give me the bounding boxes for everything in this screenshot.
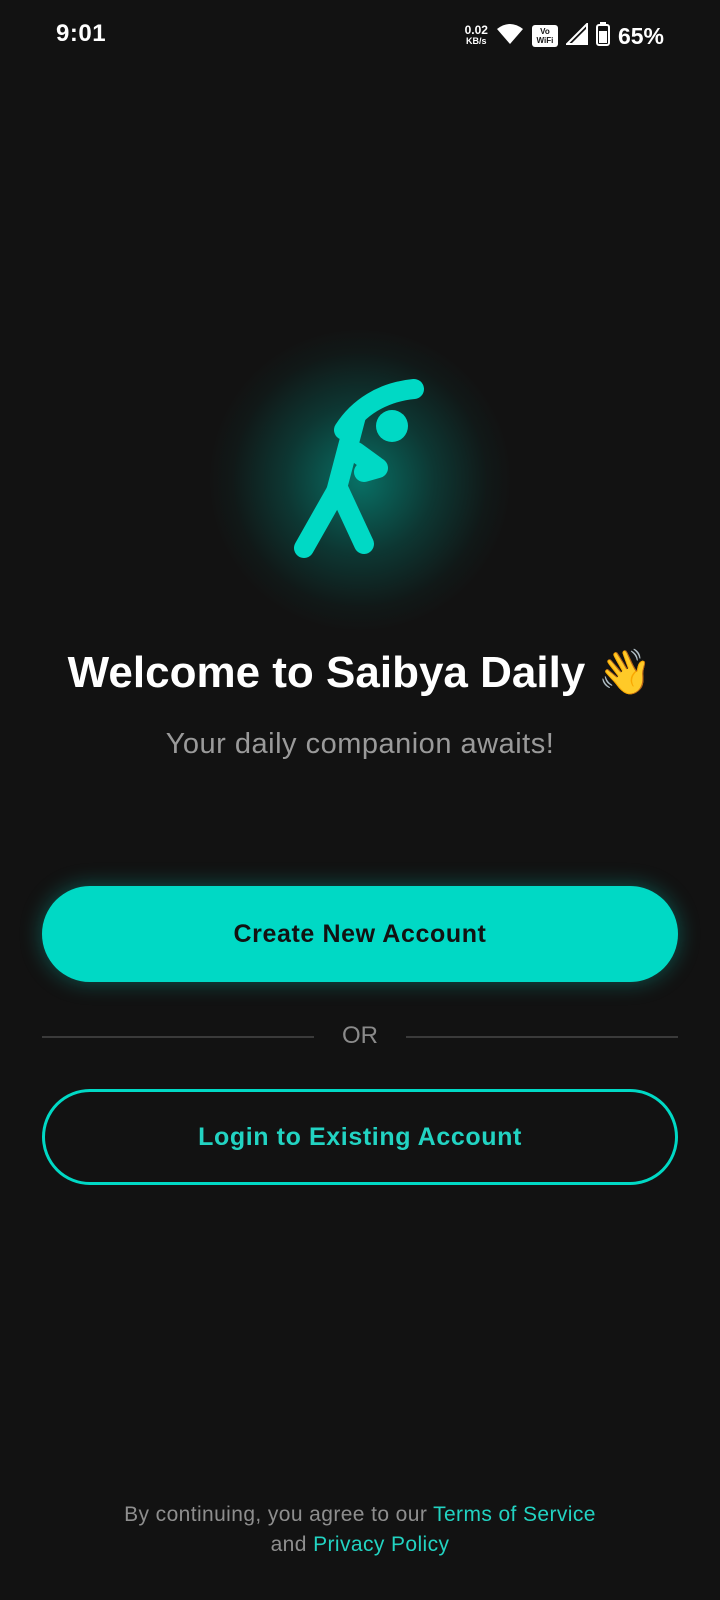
divider-left: [42, 1036, 314, 1038]
battery-icon: [595, 21, 610, 51]
status-icons: 0.02 KB/s Vo WiFi 65%: [465, 20, 664, 52]
divider-right: [406, 1036, 678, 1038]
cell-signal-icon: [564, 21, 588, 50]
network-speed-unit: KB/s: [466, 36, 487, 46]
status-bar: 9:01 0.02 KB/s Vo WiFi 65%: [0, 0, 720, 72]
terms-of-service-link[interactable]: Terms of Service: [433, 1503, 596, 1526]
network-speed-value: 0.02: [464, 23, 488, 37]
vowifi-icon: Vo WiFi: [531, 25, 558, 47]
legal-prefix: By continuing, you agree to our: [124, 1503, 428, 1526]
legal-notice: By continuing, you agree to our Terms of…: [0, 1500, 720, 1560]
battery-percent: 65%: [617, 22, 664, 49]
vowifi-top-text: Vo: [540, 27, 550, 36]
app-logo: [210, 330, 510, 630]
status-time: 9:01: [56, 20, 107, 47]
login-button[interactable]: Login to Existing Account: [42, 1089, 678, 1185]
network-speed: 0.02 KB/s: [464, 23, 488, 47]
privacy-policy-link[interactable]: Privacy Policy: [313, 1533, 449, 1556]
stretching-person-icon: [294, 379, 424, 558]
welcome-title-text: Welcome to Saibya Daily: [67, 648, 586, 697]
legal-and: and: [270, 1533, 307, 1556]
or-divider-label: OR: [342, 1022, 378, 1049]
create-account-button[interactable]: Create New Account: [42, 886, 678, 982]
wifi-icon: [496, 23, 524, 50]
waving-hand-icon: 👋: [597, 648, 653, 697]
welcome-title: Welcome to Saibya Daily 👋: [0, 646, 720, 698]
welcome-subtitle: Your daily companion awaits!: [165, 728, 555, 760]
vowifi-bottom-text: WiFi: [536, 36, 554, 45]
